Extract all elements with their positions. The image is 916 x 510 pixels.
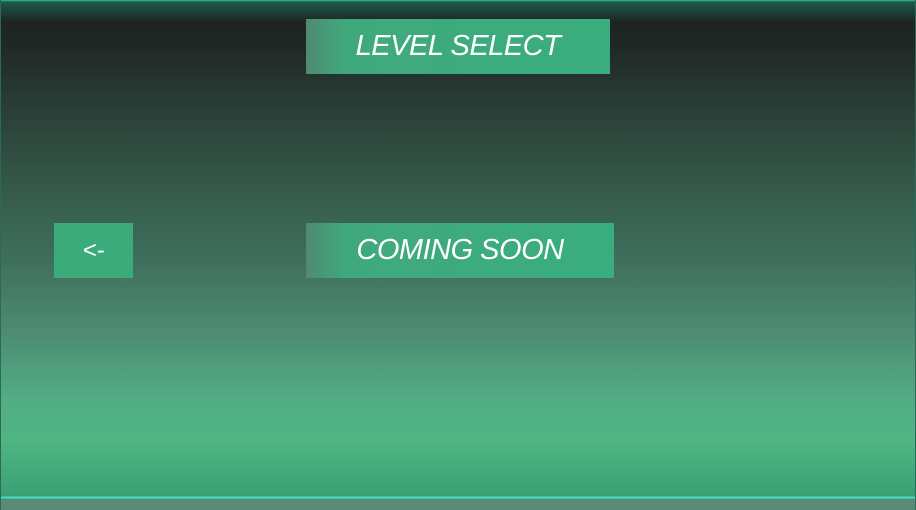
back-button[interactable]: <-	[54, 223, 133, 278]
frame-left-edge	[0, 0, 1, 510]
level-select-title: LEVEL SELECT	[306, 19, 610, 74]
back-button-label: <-	[82, 236, 105, 264]
coming-soon-text: COMING SOON	[356, 234, 564, 266]
coming-soon-panel: COMING SOON	[306, 223, 614, 278]
title-text: LEVEL SELECT	[355, 30, 561, 62]
